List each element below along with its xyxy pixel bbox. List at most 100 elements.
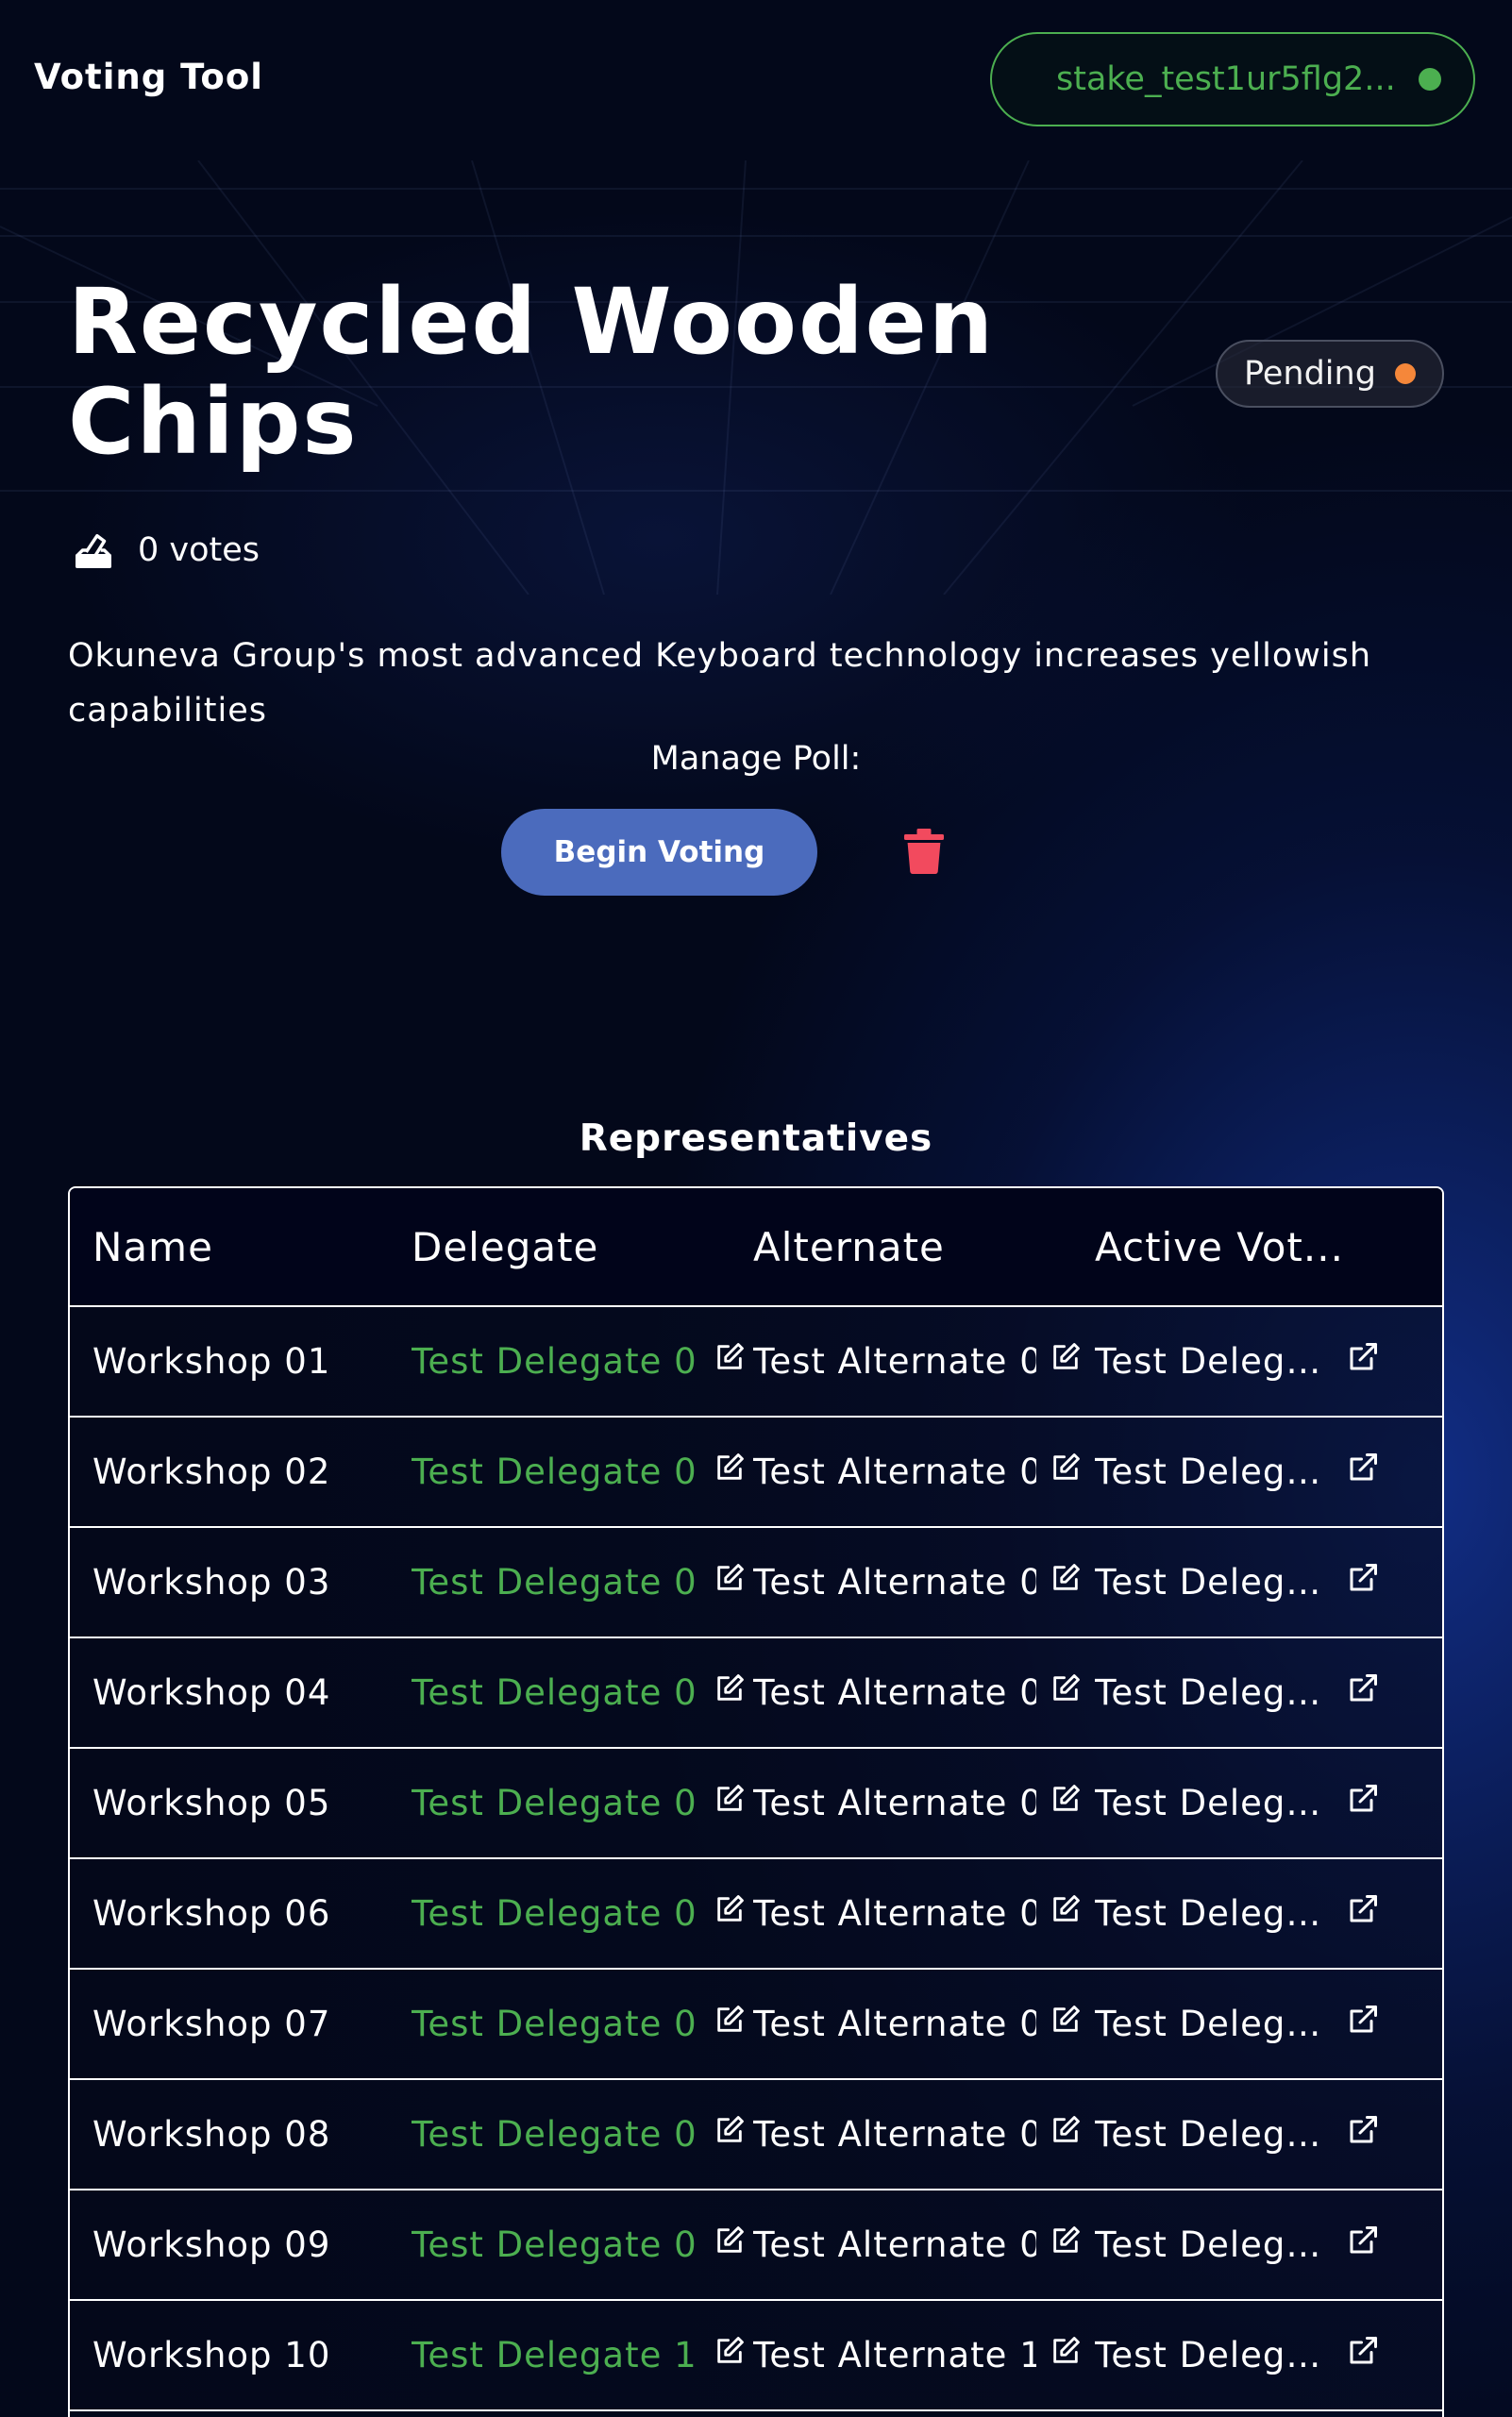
row-delegate: Test Delegate 09	[412, 2224, 753, 2265]
alternate-name: Test Alternate 06	[753, 1893, 1036, 1934]
edit-icon[interactable]	[714, 1672, 746, 1713]
workshop-name: Workshop 02	[92, 1452, 331, 1492]
workshop-name: Workshop 10	[92, 2335, 331, 2375]
row-name: Workshop 10	[70, 2335, 412, 2375]
table-row: Workshop 03 Test Delegate 03 Test Alternat…	[70, 1528, 1442, 1638]
row-active-voter: Test Delegat...	[1095, 1451, 1442, 1493]
edit-icon[interactable]	[714, 2335, 746, 2375]
delegate-link[interactable]: Test Delegate 01	[412, 1341, 695, 1382]
status-dot	[1394, 363, 1416, 384]
table-row: Workshop 01 Test Delegate 01 Test Alternat…	[70, 1307, 1442, 1418]
edit-icon[interactable]	[1050, 1672, 1082, 1713]
poll-title: Recycled Wooden Chips	[68, 269, 996, 475]
workshop-name: Workshop 05	[92, 1783, 331, 1823]
active-voter-name: Test Delegat...	[1095, 1341, 1327, 1382]
workshop-name: Workshop 04	[92, 1672, 331, 1713]
delegate-link[interactable]: Test Delegate 06	[412, 1893, 695, 1934]
alternate-name: Test Alternate 07	[753, 2004, 1036, 2044]
external-link-icon[interactable]	[1346, 2113, 1380, 2156]
table-row: Workshop 04 Test Delegate 04 Test Alternat…	[70, 1638, 1442, 1749]
manage-poll-label: Manage Poll:	[650, 740, 862, 778]
column-header-delegate[interactable]: Delegate	[412, 1224, 753, 1270]
table-body: Workshop 01 Test Delegate 01 Test Alternat…	[70, 1307, 1442, 2411]
row-delegate: Test Delegate 10	[412, 2335, 753, 2375]
wallet-button[interactable]: stake_test1ur5flg2...	[990, 32, 1475, 126]
ballot-box-icon	[76, 533, 111, 568]
active-voter-name: Test Delegat...	[1095, 1893, 1327, 1934]
delegate-link[interactable]: Test Delegate 07	[412, 2004, 695, 2044]
edit-icon[interactable]	[1050, 1452, 1082, 1492]
column-header-active-voter[interactable]: Active Vot...	[1095, 1224, 1442, 1270]
row-alternate: Test Alternate 09	[753, 2224, 1095, 2265]
column-header-alternate[interactable]: Alternate	[753, 1224, 1095, 1270]
edit-icon[interactable]	[714, 1562, 746, 1603]
edit-icon[interactable]	[714, 1783, 746, 1823]
workshop-name: Workshop 01	[92, 1341, 331, 1382]
edit-icon[interactable]	[1050, 1783, 1082, 1823]
external-link-icon[interactable]	[1346, 2224, 1380, 2266]
row-active-voter: Test Delegat...	[1095, 1561, 1442, 1603]
delegate-link[interactable]: Test Delegate 04	[412, 1672, 695, 1713]
workshop-name: Workshop 06	[92, 1893, 331, 1934]
workshop-name: Workshop 08	[92, 2114, 331, 2155]
row-delegate: Test Delegate 06	[412, 1893, 753, 1934]
edit-icon[interactable]	[1050, 2004, 1082, 2044]
edit-icon[interactable]	[1050, 2335, 1082, 2375]
wallet-address: stake_test1ur5flg2...	[1056, 60, 1396, 98]
edit-icon[interactable]	[714, 2224, 746, 2265]
external-link-icon[interactable]	[1346, 1892, 1380, 1935]
active-voter-name: Test Delegat...	[1095, 1562, 1327, 1603]
row-active-voter: Test Delegat...	[1095, 1892, 1442, 1935]
row-active-voter: Test Delegat...	[1095, 1340, 1442, 1383]
row-delegate: Test Delegate 03	[412, 1562, 753, 1603]
edit-icon[interactable]	[1050, 1562, 1082, 1603]
external-link-icon[interactable]	[1346, 1782, 1380, 1824]
table-row: Workshop 05 Test Delegate 05 Test Alternat…	[70, 1749, 1442, 1859]
row-active-voter: Test Delegat...	[1095, 1671, 1442, 1714]
app-title: Voting Tool	[34, 57, 263, 97]
edit-icon[interactable]	[714, 2114, 746, 2155]
external-link-icon[interactable]	[1346, 1340, 1380, 1383]
alternate-name: Test Alternate 04	[753, 1672, 1036, 1713]
delegate-link[interactable]: Test Delegate 02	[412, 1452, 695, 1492]
edit-icon[interactable]	[714, 1893, 746, 1934]
status-badge: Pending	[1216, 340, 1444, 408]
external-link-icon[interactable]	[1346, 1671, 1380, 1714]
row-name: Workshop 05	[70, 1783, 412, 1823]
edit-icon[interactable]	[1050, 2224, 1082, 2265]
row-delegate: Test Delegate 08	[412, 2114, 753, 2155]
external-link-icon[interactable]	[1346, 2334, 1380, 2376]
edit-icon[interactable]	[714, 1452, 746, 1492]
row-active-voter: Test Delegat...	[1095, 2224, 1442, 2266]
delegate-link[interactable]: Test Delegate 03	[412, 1562, 695, 1603]
alternate-name: Test Alternate 09	[753, 2224, 1036, 2265]
edit-icon[interactable]	[1050, 1341, 1082, 1382]
begin-voting-button[interactable]: Begin Voting	[501, 809, 817, 896]
delegate-link[interactable]: Test Delegate 10	[412, 2335, 695, 2375]
row-delegate: Test Delegate 05	[412, 1783, 753, 1823]
row-alternate: Test Alternate 05	[753, 1783, 1095, 1823]
table-row: Workshop 02 Test Delegate 02 Test Alternat…	[70, 1418, 1442, 1528]
edit-icon[interactable]	[1050, 1893, 1082, 1934]
edit-icon[interactable]	[714, 2004, 746, 2044]
delegate-link[interactable]: Test Delegate 05	[412, 1783, 695, 1823]
workshop-name: Workshop 09	[92, 2224, 331, 2265]
external-link-icon[interactable]	[1346, 1561, 1380, 1603]
delegate-link[interactable]: Test Delegate 08	[412, 2114, 695, 2155]
row-name: Workshop 03	[70, 1562, 412, 1603]
row-alternate: Test Alternate 10	[753, 2335, 1095, 2375]
row-name: Workshop 01	[70, 1341, 412, 1382]
votes-label: 0 votes	[138, 531, 260, 569]
row-name: Workshop 08	[70, 2114, 412, 2155]
edit-icon[interactable]	[714, 1341, 746, 1382]
edit-icon[interactable]	[1050, 2114, 1082, 2155]
alternate-name: Test Alternate 10	[753, 2335, 1036, 2375]
row-delegate: Test Delegate 01	[412, 1341, 753, 1382]
column-header-name[interactable]: Name	[70, 1224, 412, 1270]
external-link-icon[interactable]	[1346, 2003, 1380, 2045]
trash-icon[interactable]	[904, 829, 944, 874]
delegate-link[interactable]: Test Delegate 09	[412, 2224, 695, 2265]
external-link-icon[interactable]	[1346, 1451, 1380, 1493]
table-row: Workshop 10 Test Delegate 10 Test Alternat…	[70, 2301, 1442, 2411]
row-alternate: Test Alternate 01	[753, 1341, 1095, 1382]
